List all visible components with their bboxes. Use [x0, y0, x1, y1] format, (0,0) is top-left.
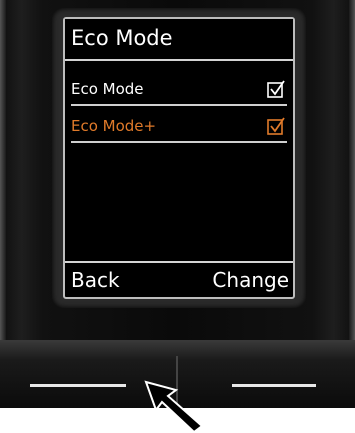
left-display-key[interactable]	[30, 384, 126, 387]
menu-item-eco-mode[interactable]: Eco Mode	[71, 74, 287, 106]
checkbox-checked-icon[interactable]	[267, 117, 285, 135]
softkey-bar: Back Change	[65, 261, 293, 297]
softkey-change-label[interactable]: Change	[212, 268, 289, 292]
checkbox-checked-icon[interactable]	[267, 80, 285, 98]
screen-title: Eco Mode	[71, 26, 173, 50]
softkey-back-label[interactable]: Back	[71, 268, 120, 292]
right-display-key[interactable]	[232, 384, 316, 387]
pointer-arrow-icon	[144, 380, 204, 432]
display-screen: Eco Mode Eco Mode Eco Mode+ Back Change	[63, 17, 295, 299]
menu-item-eco-mode-plus[interactable]: Eco Mode+	[71, 111, 287, 143]
menu-item-label: Eco Mode+	[71, 117, 157, 135]
menu-item-label: Eco Mode	[71, 80, 144, 98]
title-bar: Eco Mode	[65, 19, 293, 61]
